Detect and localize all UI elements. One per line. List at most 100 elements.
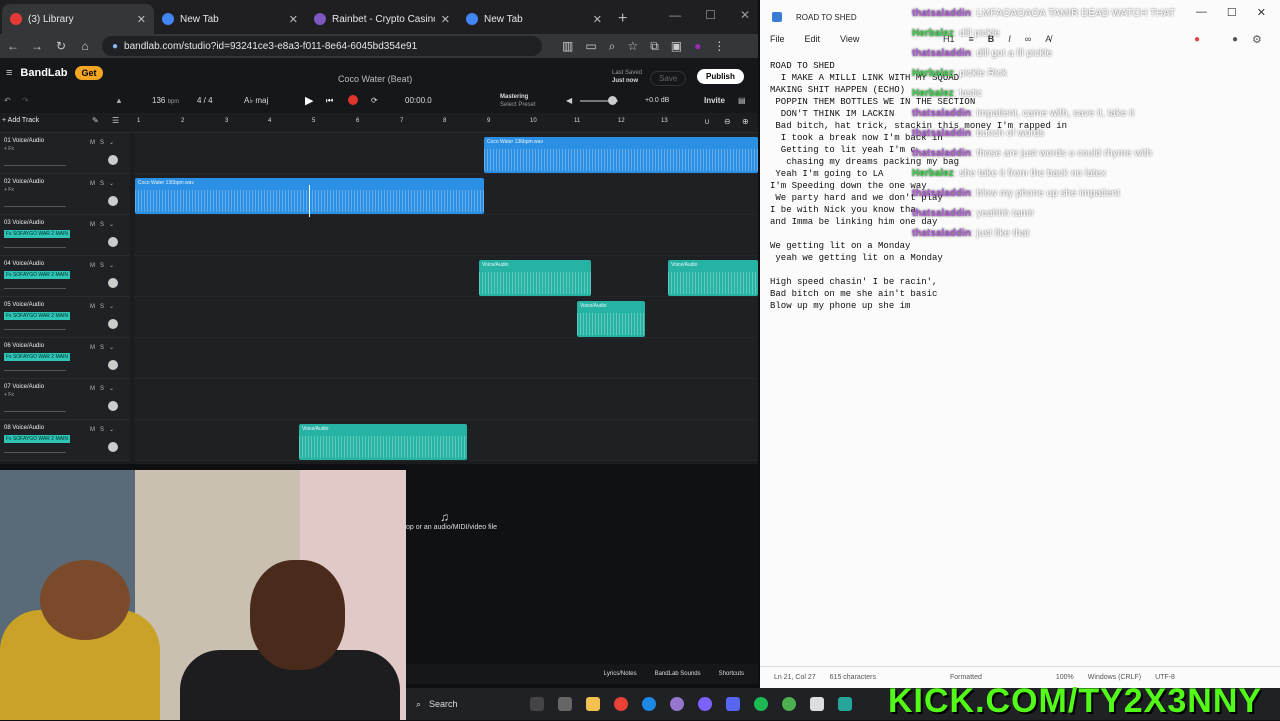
track-header[interactable]: 08 Voice/Audio Fx SOFAYGO WAR 2 MAIN M S… xyxy=(0,420,130,461)
close-window-icon[interactable]: ✕ xyxy=(740,8,750,22)
pan-knob[interactable] xyxy=(108,319,118,329)
encoding[interactable]: UTF-8 xyxy=(1155,674,1175,681)
timeline-ruler[interactable]: + Add Track ✎ ☰ 1 2 3 4 5 6 7 8 9 10 11 … xyxy=(0,113,758,133)
taskview-icon[interactable] xyxy=(530,697,544,711)
speaker-icon[interactable]: ◀ xyxy=(566,96,572,105)
master-volume-handle[interactable] xyxy=(608,96,617,105)
spotify-icon[interactable] xyxy=(754,697,768,711)
pan-knob[interactable] xyxy=(108,155,118,165)
pan-knob[interactable] xyxy=(108,401,118,411)
pan-knob[interactable] xyxy=(108,278,118,288)
track-settings-icon[interactable]: ☰ xyxy=(112,116,119,125)
track-volume[interactable] xyxy=(4,370,66,371)
fx-button[interactable]: + Fx xyxy=(4,187,126,193)
lyrics-button[interactable]: Lyrics/Notes xyxy=(604,671,637,677)
menu-file[interactable]: File xyxy=(770,34,785,44)
cast-icon[interactable]: ▭ xyxy=(585,39,596,54)
invite-button[interactable]: Invite xyxy=(704,96,725,105)
edge-icon[interactable] xyxy=(642,697,656,711)
zoom-out-icon[interactable]: ⊖ xyxy=(724,117,731,126)
close-icon[interactable]: ✕ xyxy=(593,13,602,26)
forward-icon[interactable]: → xyxy=(30,39,44,53)
file-explorer-icon[interactable] xyxy=(586,697,600,711)
drop-zone[interactable]: ♫ op or an audio/MIDI/video file xyxy=(406,510,751,542)
track-volume[interactable] xyxy=(4,288,66,289)
add-track-button[interactable]: + Add Track xyxy=(2,117,39,124)
time-signature[interactable]: 4 / 4 xyxy=(197,96,213,105)
tab-new-2[interactable]: New Tab ✕ xyxy=(458,4,610,34)
app-icon[interactable] xyxy=(558,697,572,711)
track-volume[interactable] xyxy=(4,206,66,207)
track-lane[interactable]: Coco Water 136bpm.wav xyxy=(135,174,758,215)
close-icon[interactable]: ✕ xyxy=(441,13,450,26)
new-tab-button[interactable]: + xyxy=(610,10,635,34)
song-title[interactable]: Coco Water (Beat) xyxy=(338,74,412,84)
mute-solo[interactable]: M S ⌄ xyxy=(90,262,114,269)
url-field[interactable]: ● bandlab.com/studio?id=93241ce3-e8a3-f0… xyxy=(102,36,542,56)
zoom-icon[interactable]: ⌕ xyxy=(609,39,616,54)
app-icon[interactable] xyxy=(698,697,712,711)
app-icon[interactable] xyxy=(782,697,796,711)
home-icon[interactable]: ⌂ xyxy=(78,39,92,53)
star-icon[interactable]: ☆ xyxy=(627,39,638,54)
track-lane[interactable]: Voice/Audio xyxy=(135,297,758,338)
app-icon[interactable] xyxy=(810,697,824,711)
edit-icon[interactable]: ✎ xyxy=(92,116,99,125)
pan-knob[interactable] xyxy=(108,360,118,370)
eol-mode[interactable]: Windows (CRLF) xyxy=(1088,674,1141,681)
site-info-icon[interactable]: ● xyxy=(112,41,118,52)
pan-knob[interactable] xyxy=(108,237,118,247)
profile-icon[interactable]: ● xyxy=(694,39,701,54)
metronome-icon[interactable]: ▲ xyxy=(115,96,123,105)
track-header[interactable]: 03 Voice/Audio Fx SOFAYGO WAR 2 MAIN M S… xyxy=(0,215,130,256)
publish-button[interactable]: Publish xyxy=(697,69,744,84)
audio-clip[interactable]: Voice/Audio xyxy=(299,424,467,460)
track-volume[interactable] xyxy=(4,329,66,330)
maximize-icon[interactable]: ☐ xyxy=(705,8,716,22)
playhead[interactable] xyxy=(309,185,310,217)
extensions-icon[interactable]: ⧉ xyxy=(650,39,659,54)
mute-solo[interactable]: M S ⌄ xyxy=(90,139,114,146)
mute-solo[interactable]: M S ⌄ xyxy=(90,426,114,433)
mute-solo[interactable]: M S ⌄ xyxy=(90,180,114,187)
shortcuts-button[interactable]: Shortcuts xyxy=(719,671,744,677)
format-mode[interactable]: Formatted xyxy=(950,674,982,681)
tab-library[interactable]: (3) Library ✕ xyxy=(2,4,154,34)
fx-tag[interactable]: Fx SOFAYGO WAR 2 MAIN xyxy=(4,353,70,361)
play-button[interactable]: ▶ xyxy=(305,94,313,107)
audio-clip[interactable]: Coco Water 136bpm.wav xyxy=(484,137,758,173)
tab-new-1[interactable]: New Tab ✕ xyxy=(154,4,306,34)
audio-clip[interactable]: Voice/Audio xyxy=(577,301,645,337)
fx-tag[interactable]: Fx SOFAYGO WAR 2 MAIN xyxy=(4,435,70,443)
key-field[interactable]: A♭ maj xyxy=(244,96,268,105)
track-lane[interactable]: Coco Water 136bpm.wav xyxy=(135,133,758,174)
track-header[interactable]: 05 Voice/Audio Fx SOFAYGO WAR 2 MAIN M S… xyxy=(0,297,130,338)
track-lane[interactable] xyxy=(135,215,758,256)
fx-tag[interactable]: Fx SOFAYGO WAR 2 MAIN xyxy=(4,271,70,279)
track-header[interactable]: 01 Voice/Audio + Fx M S ⌄ xyxy=(0,133,130,174)
undo-icon[interactable]: ↶ xyxy=(4,96,11,105)
fx-button[interactable]: + Fx xyxy=(4,146,126,152)
zoom-level[interactable]: 100% xyxy=(1056,674,1074,681)
audio-clip[interactable]: Voice/Audio xyxy=(479,260,591,296)
get-button[interactable]: Get xyxy=(75,66,103,80)
track-volume[interactable] xyxy=(4,165,66,166)
loop-icon[interactable]: ⟳ xyxy=(371,96,378,105)
track-lane[interactable]: Voice/Audio xyxy=(135,420,758,461)
fx-tag[interactable]: Fx SOFAYGO WAR 2 MAIN xyxy=(4,230,70,238)
track-lane[interactable] xyxy=(135,338,758,379)
audio-clip[interactable]: Voice/Audio xyxy=(668,260,758,296)
chat-icon[interactable]: ▤ xyxy=(738,96,746,105)
skip-back-icon[interactable]: ⏮ xyxy=(326,96,333,106)
app-icon[interactable] xyxy=(838,697,852,711)
mute-solo[interactable]: M S ⌄ xyxy=(90,303,114,310)
track-header[interactable]: 07 Voice/Audio + Fx M S ⌄ xyxy=(0,379,130,420)
track-header[interactable]: 04 Voice/Audio Fx SOFAYGO WAR 2 MAIN M S… xyxy=(0,256,130,297)
back-icon[interactable]: ← xyxy=(6,39,20,53)
minimize-icon[interactable]: — xyxy=(669,8,681,22)
track-lane[interactable] xyxy=(135,379,758,420)
pan-knob[interactable] xyxy=(108,196,118,206)
close-icon[interactable]: ✕ xyxy=(289,13,298,26)
track-header[interactable]: 06 Voice/Audio Fx SOFAYGO WAR 2 MAIN M S… xyxy=(0,338,130,379)
bandlab-logo[interactable]: BandLab xyxy=(20,67,67,79)
